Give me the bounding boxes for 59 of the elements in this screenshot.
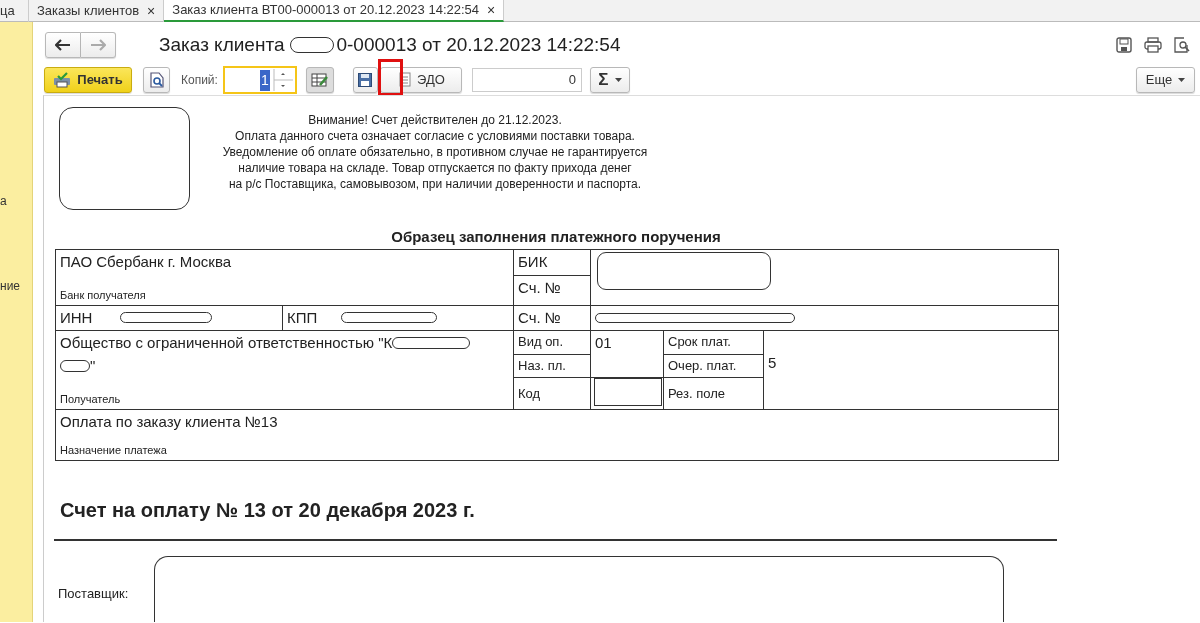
field-label: Очер. плат.	[668, 356, 738, 375]
form-title: 0-000013 от 20.12.2023 14:22:54	[336, 32, 621, 57]
more-button[interactable]: Еще	[1136, 67, 1195, 93]
save-icon[interactable]	[1116, 37, 1132, 53]
field-label: Назначение платежа	[60, 443, 168, 458]
caret-icon	[614, 78, 622, 82]
printer-icon	[53, 72, 72, 88]
field-label: Рез. поле	[668, 384, 727, 403]
redaction-mark	[60, 359, 90, 372]
field-label: БИК	[518, 251, 549, 272]
notice-text: Внимание! Счет действителен до 21.12.2023.	[307, 112, 563, 128]
bank-name: ПАО Сбербанк г. Москва	[60, 251, 233, 272]
preview-icon	[149, 72, 164, 88]
notice-text: Уведомление об оплате обязательно, в противном случае не гарантируется	[221, 144, 649, 160]
form-title: Заказ клиента	[159, 32, 285, 57]
field-label: ИНН	[60, 307, 93, 328]
close-button[interactable]: ×	[487, 0, 496, 21]
field-label: Код	[518, 384, 542, 403]
tab[interactable]: Заказ клиента ВТ00-000013 от 20.12.2023 14:22:54 ×	[164, 0, 505, 22]
print-icon[interactable]	[1144, 37, 1162, 53]
field-label: КПП	[287, 307, 318, 328]
field-label: Банк получателя	[60, 288, 147, 303]
print-button[interactable]: Печать	[44, 67, 132, 93]
copies-field[interactable]: 1	[222, 66, 297, 94]
field-label: Сч. №	[518, 307, 562, 328]
sidebar-item[interactable]: а	[0, 192, 7, 210]
save-button[interactable]	[352, 67, 378, 93]
preview-icon[interactable]	[1174, 37, 1190, 53]
back-button[interactable]	[45, 32, 81, 58]
notice-text: наличие товара на складе. Товар отпускается по факту прихода денег	[237, 160, 633, 176]
invoice-title: Счет на оплату № 13 от 20 декабря 2023 г.	[60, 497, 476, 523]
op-type-value: 01	[595, 333, 613, 353]
notice-text: Оплата данного счета означает согласие с условиями поставки товара.	[234, 128, 636, 144]
field-label: Наз. пл.	[518, 356, 567, 375]
right-arrow-icon	[90, 39, 106, 51]
close-button[interactable]: ×	[147, 0, 156, 22]
recipient-name: Общество с ограниченной ответственностью "К	[60, 333, 393, 353]
field-label: Получатель	[60, 392, 122, 407]
document-icon	[397, 71, 411, 88]
priority-value: 5	[768, 352, 778, 373]
sidebar-item[interactable]: ние	[0, 277, 20, 295]
left-arrow-icon	[55, 39, 71, 51]
form-heading: Образец заполнения платежного поручения	[390, 227, 722, 247]
supplier-label: Поставщик:	[58, 584, 130, 603]
copies-label: Копий:	[181, 72, 218, 89]
payment-purpose: Оплата по заказу клиента №13	[60, 411, 279, 432]
edo-button[interactable]: ЭДО	[379, 66, 462, 93]
notice-text: на р/с Поставщика, самовывозом, при наличии доверенности и паспорта.	[227, 176, 643, 192]
recipient-name: "	[90, 355, 96, 376]
table-button[interactable]	[305, 67, 334, 93]
table-edit-icon	[310, 72, 329, 88]
redaction-mark	[290, 37, 335, 53]
field-label: Срок плат.	[668, 333, 732, 351]
field-label: Вид оп.	[518, 333, 564, 351]
caret-icon	[1178, 78, 1186, 82]
field-label: Сч. №	[518, 278, 562, 299]
preview-button[interactable]	[143, 67, 170, 93]
total-field: 0	[471, 68, 582, 92]
sum-button[interactable]: Σ	[589, 67, 630, 93]
